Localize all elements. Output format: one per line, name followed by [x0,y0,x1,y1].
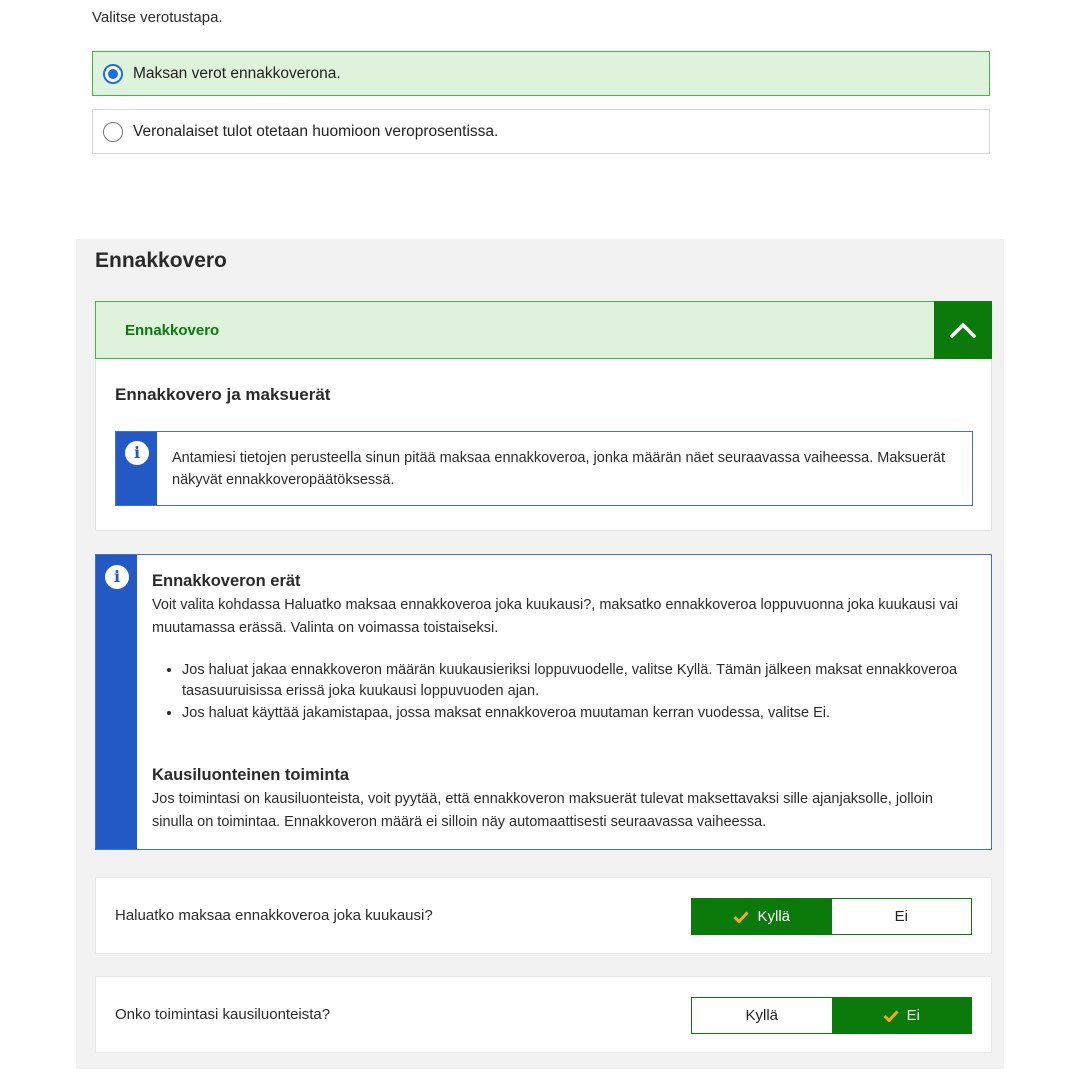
radio-selected-icon[interactable] [103,63,123,84]
list-item: Jos haluat jakaa ennakkoveron määrän kuu… [182,660,966,702]
section-title: Ennakkovero [95,249,227,272]
advance-tax-panel: Ennakkovero Ennakkovero Ennakkovero ja m… [76,239,1004,1069]
radio-unselected-icon[interactable] [103,121,123,142]
yes-label: Kyllä [745,1007,778,1024]
info-heading-seasonal: Kausiluonteinen toiminta [152,766,350,784]
check-icon [883,1009,899,1022]
no-button[interactable]: Ei [831,899,971,934]
radio-option-label: Maksan verot ennakkoverona. [133,64,341,82]
question-label: Haluatko maksaa ennakkoveroa joka kuukau… [115,907,433,924]
list-item: Jos haluat käyttää jakamistapaa, jossa m… [182,703,966,724]
no-label: Ei [906,1007,920,1024]
info-bar: i [96,555,137,849]
yes-no-toggle: Kyllä Ei [691,898,972,935]
accordion-label: Ennakkovero [125,322,220,339]
info-icon: i [105,565,129,589]
installments-info-box: i Ennakkoveron erät Voit valita kohdassa… [95,554,992,850]
radio-option-label: Veronalaiset tulot otetaan huomioon vero… [133,122,499,140]
info-paragraph-installments: Voit valita kohdassa Haluatko maksaa enn… [152,597,959,636]
question-monthly-payment: Haluatko maksaa ennakkoveroa joka kuukau… [95,877,992,954]
yes-no-toggle: Kyllä Ei [691,997,972,1034]
tax-method-prompt: Valitse verotustapa. [92,9,223,26]
no-button[interactable]: Ei [831,998,971,1033]
info-notice: i Antamiesi tietojen perusteella sinun p… [115,431,973,506]
yes-label: Kyllä [757,908,790,925]
radio-option-advance-tax[interactable]: Maksan verot ennakkoverona. [92,51,990,96]
question-seasonal-business: Onko toimintasi kausiluonteista? Kyllä E… [95,976,992,1053]
info-bar: i [116,432,157,505]
accordion-body: Ennakkovero ja maksuerät i Antamiesi tie… [95,359,992,531]
info-heading-installments: Ennakkoveron erät [152,572,301,590]
info-bullet-list: Jos haluat jakaa ennakkoveron määrän kuu… [182,660,966,724]
collapse-toggle-button[interactable] [934,301,992,359]
yes-button[interactable]: Kyllä [692,998,832,1033]
question-label: Onko toimintasi kausiluonteista? [115,1006,331,1023]
info-paragraph-seasonal: Jos toimintasi on kausiluonteista, voit … [152,791,933,830]
chevron-up-icon [950,322,976,338]
info-icon: i [125,441,149,465]
check-icon [733,910,750,923]
info-notice-text: Antamiesi tietojen perusteella sinun pit… [172,450,945,488]
accordion-header[interactable]: Ennakkovero [95,301,992,359]
radio-option-tax-rate[interactable]: Veronalaiset tulot otetaan huomioon vero… [92,109,990,154]
accordion-body-title: Ennakkovero ja maksuerät [115,385,331,404]
no-label: Ei [894,908,908,925]
yes-button[interactable]: Kyllä [692,899,832,934]
